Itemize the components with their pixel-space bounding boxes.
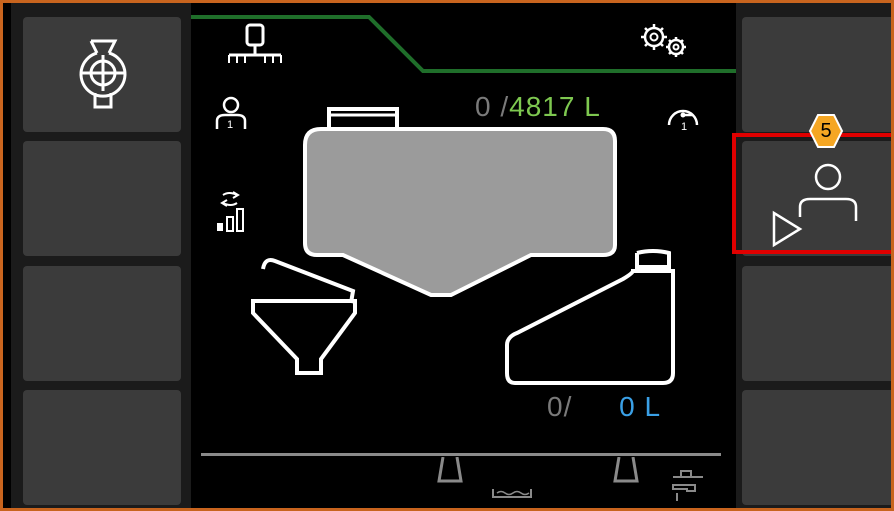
pump-softkey[interactable]	[23, 17, 181, 132]
rinse-tank-actual: 0	[547, 391, 564, 422]
callout-badge: 5	[808, 113, 844, 149]
header-badge: 1	[681, 121, 688, 133]
callout-number: 5	[820, 120, 832, 142]
rinse-tank-capacity: 0 L	[619, 391, 662, 422]
hopper-icon	[245, 255, 365, 385]
main-tank-actual: 0	[475, 91, 492, 122]
main-tank-capacity: 4817 L	[509, 91, 601, 122]
empty-softkey-left-3[interactable]	[23, 266, 181, 381]
rinse-tank-separator: /	[563, 391, 573, 422]
empty-softkey-right-3[interactable]	[742, 266, 891, 381]
user-badge: 1	[227, 119, 234, 131]
pipeline-line	[201, 453, 721, 456]
main-tank-amount: 0 /4817 L	[475, 91, 601, 123]
empty-softkey-right-4[interactable]	[742, 390, 891, 505]
signal-strength-icon	[213, 189, 253, 233]
main-display: 1 0 /4817 L 1 0/ 0 L	[191, 3, 736, 508]
sprayer-boom-icon	[225, 21, 285, 71]
main-tank-separator: /	[500, 91, 510, 122]
highlight-box	[732, 133, 891, 254]
right-softkey-column	[736, 3, 891, 508]
rinse-tank-amount: 0/ 0 L	[547, 391, 661, 423]
rinse-tank-icon	[503, 249, 678, 389]
terminal-frame: 1 0 /4817 L 1 0/ 0 L 5	[0, 0, 894, 511]
water-tap-icon	[611, 457, 711, 507]
left-softkey-column	[11, 3, 191, 508]
empty-softkey-left-2[interactable]	[23, 141, 181, 256]
pump-icon	[73, 35, 133, 115]
drain-icon	[435, 457, 535, 503]
empty-softkey-left-4[interactable]	[23, 390, 181, 505]
gears-icon[interactable]	[636, 21, 692, 61]
